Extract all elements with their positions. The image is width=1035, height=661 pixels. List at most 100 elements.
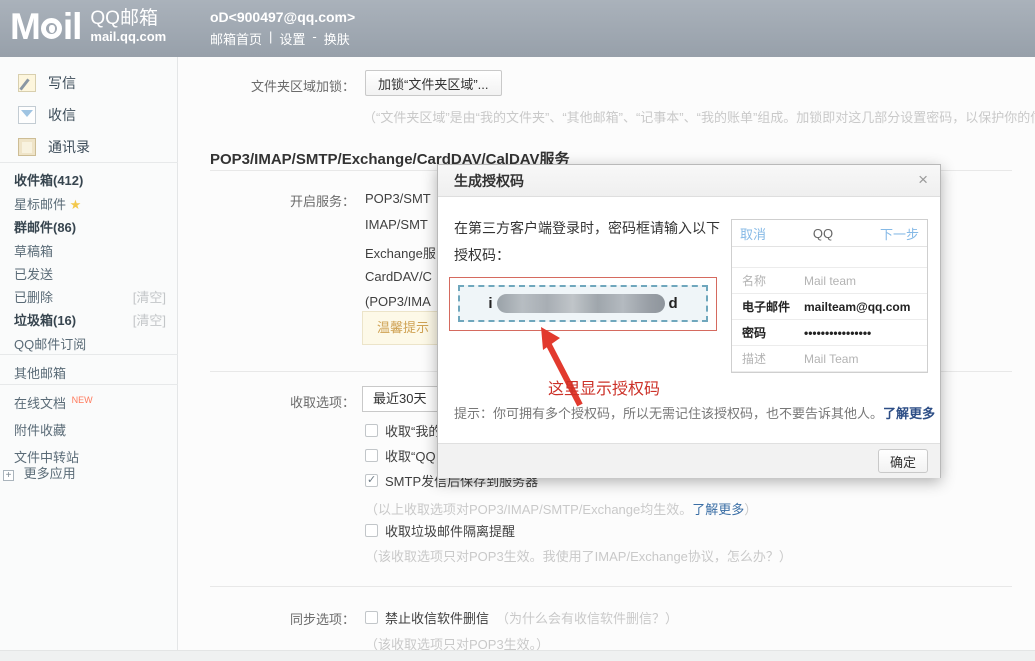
lock-folder-area-button[interactable]: 加锁“文件夹区域”... [365, 70, 502, 96]
fetch-qq-checkbox[interactable] [365, 449, 378, 462]
fetch-my-folders-checkbox[interactable] [365, 424, 378, 437]
sidebar-item-more-apps[interactable]: + 更多应用 [3, 463, 76, 482]
nav-skin-link[interactable]: 换肤 [324, 29, 350, 48]
client-description-label: 描述 [742, 350, 804, 367]
compose-pencil-icon [18, 74, 36, 92]
more-apps-label: 更多应用 [24, 466, 76, 481]
sidebar-item-deleted[interactable]: 已删除 [清空] [14, 287, 166, 306]
sidebar-divider [0, 354, 178, 355]
receive-envelope-icon [18, 106, 36, 124]
dialog-learn-more-link[interactable]: 了解更多 [883, 406, 935, 421]
section-divider [210, 586, 1012, 587]
smtp-save-checkbox[interactable] [365, 474, 378, 487]
spam-reminder-checkbox[interactable] [365, 524, 378, 537]
auth-code-highlight-frame: i d [449, 277, 717, 331]
client-cancel-label: 取消 [740, 224, 766, 243]
folder-lock-note: （“文件夹区域”是由“我的文件夹”、“其他邮箱”、“记事本”、“我的账单”组成。… [363, 107, 1035, 126]
client-spacer [732, 247, 927, 268]
fetch-qq-label: 收取“QQ [385, 446, 436, 465]
logo-text-m: M [10, 6, 40, 48]
generate-auth-code-dialog: 生成授权码 × 在第三方客户端登录时，密码框请输入以下 授权码： i d 这里显… [437, 164, 941, 478]
auth-code-suffix: d [669, 295, 678, 312]
learn-more-link[interactable]: 了解更多 [692, 502, 744, 517]
close-icon[interactable]: × [918, 170, 928, 190]
folder-lock-label: 文件夹区域加锁： [185, 76, 355, 95]
fetch-note-2: （该收取选项只对POP3生效。我使用了IMAP/Exchange协议，怎么办？） [365, 546, 792, 565]
sidebar-item-inbox-check[interactable]: 收信 [18, 105, 76, 125]
service-carddav[interactable]: CardDAV/C [365, 269, 432, 284]
fetch-my-folders-row: 收取“我的 [365, 421, 441, 440]
auth-code-annotation: 这里显示授权码 [548, 375, 660, 399]
sidebar-item-starred[interactable]: 星标邮件 ★ [14, 194, 81, 213]
sidebar-divider [0, 384, 178, 385]
auth-code-prefix: i [488, 295, 492, 312]
starred-label: 星标邮件 [14, 197, 66, 212]
service-imap-smtp[interactable]: IMAP/SMT [365, 217, 428, 232]
fetch-qq-row: 收取“QQ [365, 446, 436, 465]
account-address: oD<900497@qq.com> [210, 9, 355, 25]
header: M il QQ邮箱 mail.qq.com oD<900497@qq.com> … [0, 0, 1035, 57]
fetch-note-1: （以上收取选项对POP3/IMAP/SMTP/Exchange均生效。了解更多） [365, 499, 757, 518]
dialog-tip: 提示：你可拥有多个授权码，所以无需记住该授权码，也不要告诉其他人。了解更多 [454, 403, 935, 422]
logo-domain: mail.qq.com [90, 30, 166, 44]
client-header: 取消 QQ 下一步 [732, 220, 927, 247]
client-row-name: 名称 Mail team [732, 268, 927, 294]
fetch-options-label: 收取选项： [185, 392, 355, 411]
page-bottom-strip [0, 650, 1035, 661]
header-nav: 邮箱首页 | 设置 - 换肤 [210, 29, 350, 48]
spam-label: 垃圾箱(16) [14, 310, 76, 329]
sidebar-item-other-mailbox[interactable]: 其他邮箱 [14, 363, 66, 382]
fetch-note-1-text: （以上收取选项对POP3/IMAP/SMTP/Exchange均生效。 [365, 502, 692, 517]
contacts-label: 通讯录 [48, 137, 90, 157]
qqmail-logo[interactable]: M il QQ邮箱 mail.qq.com [10, 6, 166, 48]
dialog-title: 生成授权码 [454, 173, 524, 189]
dialog-titlebar: 生成授权码 × [438, 165, 940, 197]
sync-forbid-delete-label: 禁止收信软件删信 [385, 608, 489, 627]
fetch-my-folders-label: 收取“我的 [385, 421, 441, 440]
sidebar-divider [0, 162, 178, 163]
nav-settings-link[interactable]: 设置 [279, 29, 305, 48]
client-description-value: Mail Team [804, 352, 858, 366]
star-icon: ★ [70, 197, 82, 212]
sidebar-item-compose[interactable]: 写信 [18, 73, 76, 93]
sync-options-label: 同步选项： [185, 609, 355, 628]
sidebar-item-spam[interactable]: 垃圾箱(16) [清空] [14, 310, 166, 329]
online-docs-label: 在线文档 [14, 396, 66, 411]
auth-code-blurred [497, 294, 665, 313]
mail-logo-icon [41, 18, 62, 39]
nav-mail-home-link[interactable]: 邮箱首页 [210, 29, 262, 48]
ok-button[interactable]: 确定 [878, 449, 928, 473]
sync-forbid-delete-checkbox[interactable] [365, 611, 378, 624]
client-name-label: 名称 [742, 272, 804, 289]
sync-forbid-delete-row: 禁止收信软件删信 （为什么会有收信软件删信？） [365, 608, 678, 627]
service-exchange[interactable]: Exchange服 [365, 243, 436, 262]
instruction-line-1: 在第三方客户端登录时，密码框请输入以下 [454, 215, 754, 242]
fetch-note-1-close: ） [744, 502, 757, 517]
client-config-illustration: 取消 QQ 下一步 名称 Mail team 电子邮件 mailteam@qq.… [731, 219, 928, 373]
services-note: (POP3/IMA [365, 294, 431, 309]
sidebar-item-drafts[interactable]: 草稿箱 [14, 241, 53, 260]
dialog-tip-text: 提示：你可拥有多个授权码，所以无需记住该授权码，也不要告诉其他人。 [454, 406, 883, 421]
spam-clear-link[interactable]: [清空] [133, 310, 166, 329]
deleted-clear-link[interactable]: [清空] [133, 287, 166, 306]
warm-tip-label[interactable]: 温馨提示 [377, 320, 429, 335]
instruction-line-2: 授权码： [454, 242, 754, 269]
sidebar-item-sent[interactable]: 已发送 [14, 264, 53, 283]
auth-code-field[interactable]: i d [458, 285, 708, 322]
sidebar-item-online-docs[interactable]: 在线文档 NEW [14, 393, 93, 412]
sidebar-item-subscriptions[interactable]: QQ邮件订阅 [14, 334, 86, 353]
client-password-value: •••••••••••••••• [804, 326, 871, 340]
sidebar-item-inbox[interactable]: 收件箱(412) [14, 170, 83, 189]
service-pop3-smtp[interactable]: POP3/SMT [365, 191, 431, 206]
sync-question-link[interactable]: （为什么会有收信软件删信？） [496, 608, 678, 627]
logo-text-il: il [63, 6, 82, 48]
new-badge: NEW [72, 395, 93, 405]
sidebar-item-contacts[interactable]: 通讯录 [18, 137, 90, 157]
expand-plus-icon[interactable]: + [3, 470, 14, 481]
receive-label: 收信 [48, 105, 76, 125]
client-email-label: 电子邮件 [742, 298, 804, 315]
contacts-book-icon [18, 138, 36, 156]
sidebar-item-attachments[interactable]: 附件收藏 [14, 420, 66, 439]
nav-separator: | [269, 29, 272, 48]
sidebar-item-group-mail[interactable]: 群邮件(86) [14, 217, 76, 236]
